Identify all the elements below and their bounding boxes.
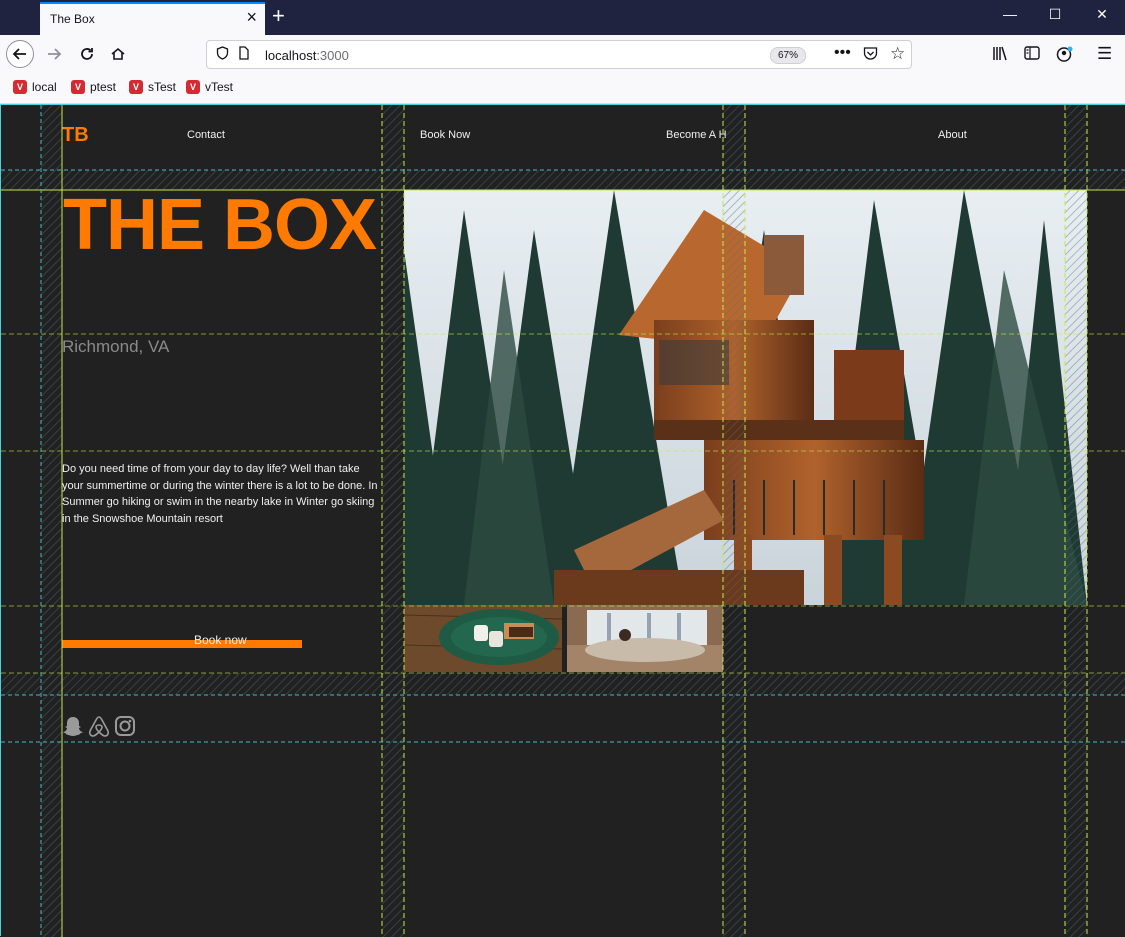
zoom-level-badge[interactable]: 67% xyxy=(770,47,807,64)
page-icon[interactable] xyxy=(238,46,250,63)
bookmarks-bar: Vlocal Vptest VsTest VvTest xyxy=(0,73,1125,104)
close-tab-icon[interactable]: × xyxy=(246,8,257,26)
account-icon[interactable] xyxy=(1056,46,1073,67)
bookmark-favicon-icon: V xyxy=(186,80,200,94)
bookmark-favicon-icon: V xyxy=(13,80,27,94)
bookmark-label: vTest xyxy=(205,80,234,94)
browser-toolbar: localhost:3000 67% ••• ☆ ☰ xyxy=(0,35,1125,73)
nav-contact[interactable]: Contact xyxy=(187,129,225,141)
bookmark-stest[interactable]: VsTest xyxy=(129,80,176,94)
pocket-icon[interactable] xyxy=(863,46,878,63)
airbnb-icon[interactable] xyxy=(88,715,110,737)
back-button[interactable] xyxy=(6,40,34,68)
social-links xyxy=(62,715,136,737)
bookmark-star-icon[interactable]: ☆ xyxy=(890,44,905,64)
url-text[interactable]: localhost:3000 xyxy=(265,48,349,63)
nav-become-host[interactable]: Become A H xyxy=(666,129,727,141)
location-text: Richmond, VA xyxy=(62,337,170,356)
reload-icon xyxy=(81,48,93,60)
back-arrow-icon xyxy=(12,48,26,60)
tab-title: The Box xyxy=(50,12,95,26)
window-titlebar: The Box × + — ☐ ✕ xyxy=(0,0,1125,35)
bookmark-label: local xyxy=(32,80,57,94)
hero-title: THE BOX xyxy=(63,185,377,265)
library-icon[interactable] xyxy=(992,46,1008,65)
bookmark-label: sTest xyxy=(148,80,177,94)
description-text: Do you need time of from your day to day… xyxy=(62,463,378,525)
maximize-icon[interactable]: ☐ xyxy=(1045,6,1065,23)
url-host: localhost xyxy=(265,48,317,63)
bookmark-favicon-icon: V xyxy=(71,80,85,94)
menu-icon[interactable]: ☰ xyxy=(1097,44,1112,64)
address-bar[interactable]: localhost:3000 67% ••• ☆ xyxy=(206,40,912,69)
brand-logo[interactable]: TB xyxy=(62,124,89,147)
minimize-icon[interactable]: — xyxy=(1000,6,1020,22)
home-icon xyxy=(111,47,125,60)
nav-book-now[interactable]: Book Now xyxy=(420,129,470,141)
browser-tab[interactable]: The Box × xyxy=(40,2,265,35)
page-viewport: TB Contact Book Now Become A H About THE… xyxy=(0,104,1125,937)
sidebar-icon[interactable] xyxy=(1024,46,1040,64)
more-actions-icon[interactable]: ••• xyxy=(834,44,851,62)
book-now-button[interactable] xyxy=(62,640,302,648)
bookmark-local[interactable]: Vlocal xyxy=(13,80,57,94)
reload-button[interactable] xyxy=(73,40,101,68)
nav-about[interactable]: About xyxy=(938,129,967,141)
bookmark-ptest[interactable]: Vptest xyxy=(71,80,116,94)
book-now-label[interactable]: Book now xyxy=(194,633,247,647)
forward-button[interactable] xyxy=(40,40,68,68)
forward-arrow-icon xyxy=(48,48,62,60)
snapchat-icon[interactable] xyxy=(62,715,84,737)
bookmark-label: ptest xyxy=(90,80,117,94)
url-port: :3000 xyxy=(316,48,349,63)
new-tab-icon[interactable]: + xyxy=(272,4,285,28)
hero-treehouse-image xyxy=(404,190,1087,605)
bookmark-favicon-icon: V xyxy=(129,80,143,94)
shield-icon[interactable] xyxy=(216,46,229,63)
instagram-icon[interactable] xyxy=(114,715,136,737)
home-button[interactable] xyxy=(104,40,132,68)
bookmark-vtest[interactable]: VvTest xyxy=(186,80,233,94)
smores-thumbnail-image xyxy=(404,605,562,672)
cabin-bed-thumbnail-image xyxy=(567,605,723,672)
close-window-icon[interactable]: ✕ xyxy=(1092,6,1112,23)
